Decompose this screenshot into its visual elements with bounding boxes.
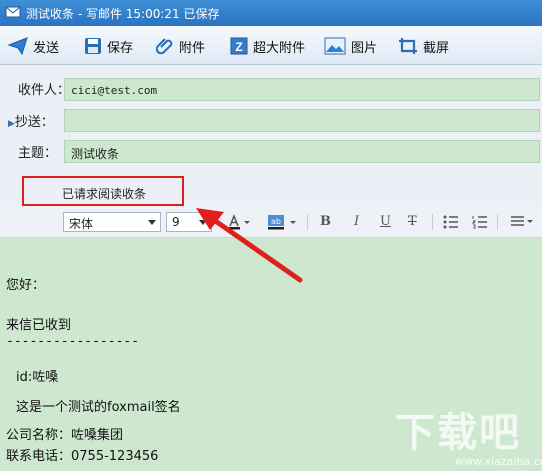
send-icon: [8, 37, 28, 55]
paperclip-icon: [156, 38, 173, 55]
numbered-list-button[interactable]: [471, 215, 488, 232]
watermark: 下载吧: [395, 410, 521, 456]
align-icon: [511, 216, 533, 226]
font-select[interactable]: 宋体: [63, 212, 161, 232]
svg-text:Z: Z: [235, 40, 242, 54]
svg-text:ab: ab: [271, 217, 281, 226]
expand-triangle-icon: ▶: [8, 119, 15, 129]
body-line: 这是一个测试的foxmail签名: [16, 400, 181, 415]
watermark-url: www.xiazaiba.com: [455, 455, 542, 468]
title-bar: 测试收条 - 写邮件 15:00:21 已保存: [0, 0, 542, 26]
chevron-down-icon: [148, 220, 156, 225]
cc-label: 抄送：: [14, 115, 54, 130]
body-line: 来信已收到: [6, 318, 72, 333]
italic-button[interactable]: I: [354, 214, 359, 229]
font-color-icon: [229, 213, 250, 230]
bullet-list-icon: [443, 215, 458, 229]
mail-app-icon: [5, 6, 21, 18]
highlight-color-button[interactable]: ab: [266, 214, 300, 233]
subject-label: 主题：: [18, 146, 58, 161]
underline-button[interactable]: U: [380, 214, 391, 229]
bullet-list-button[interactable]: [443, 215, 459, 232]
numbered-list-icon: [471, 216, 487, 229]
cc-toggle[interactable]: ▶抄送：: [8, 111, 54, 130]
to-field[interactable]: cici@test.com: [64, 78, 540, 101]
screenshot-button[interactable]: 截屏: [398, 35, 449, 57]
body-line: id:咗嗓: [16, 370, 59, 385]
send-button[interactable]: 发送: [8, 35, 59, 57]
align-button[interactable]: [510, 215, 534, 232]
image-icon: [324, 37, 346, 55]
save-button[interactable]: 保存: [84, 35, 133, 57]
size-select[interactable]: 9: [166, 212, 212, 232]
subject-field[interactable]: 测试收条: [64, 140, 540, 163]
font-color-button[interactable]: [228, 213, 252, 233]
body-line: 您好：: [6, 278, 46, 293]
body-line: -----------------: [6, 334, 140, 349]
image-button[interactable]: 图片: [324, 35, 377, 57]
attach-button[interactable]: 附件: [156, 35, 205, 57]
body-line: 公司名称：咗嗓集团: [6, 428, 124, 443]
floppy-icon: [85, 38, 101, 54]
to-label: 收件人：: [18, 83, 71, 98]
divider: [307, 214, 308, 230]
big-attach-button[interactable]: Z 超大附件: [230, 35, 305, 57]
highlight-icon: ab: [268, 215, 296, 230]
divider: [432, 214, 433, 230]
big-attachment-icon: Z: [230, 37, 248, 55]
toolbar: 发送 保存 附件 Z 超大附件 图片 截屏: [0, 26, 542, 65]
divider: [497, 214, 498, 230]
cc-field[interactable]: [64, 109, 540, 132]
strikethrough-button[interactable]: T: [408, 214, 417, 229]
chevron-down-icon: [199, 220, 207, 225]
window-title: 测试收条 - 写邮件 15:00:21 已保存: [26, 7, 220, 21]
body-line: 联系电话：0755-123456: [6, 449, 159, 464]
crop-icon: [399, 38, 417, 54]
read-receipt-notice: 已请求阅读收条: [22, 176, 184, 206]
format-toolbar: 宋体 9 ab B I U T: [0, 207, 542, 238]
bold-button[interactable]: B: [320, 214, 331, 229]
